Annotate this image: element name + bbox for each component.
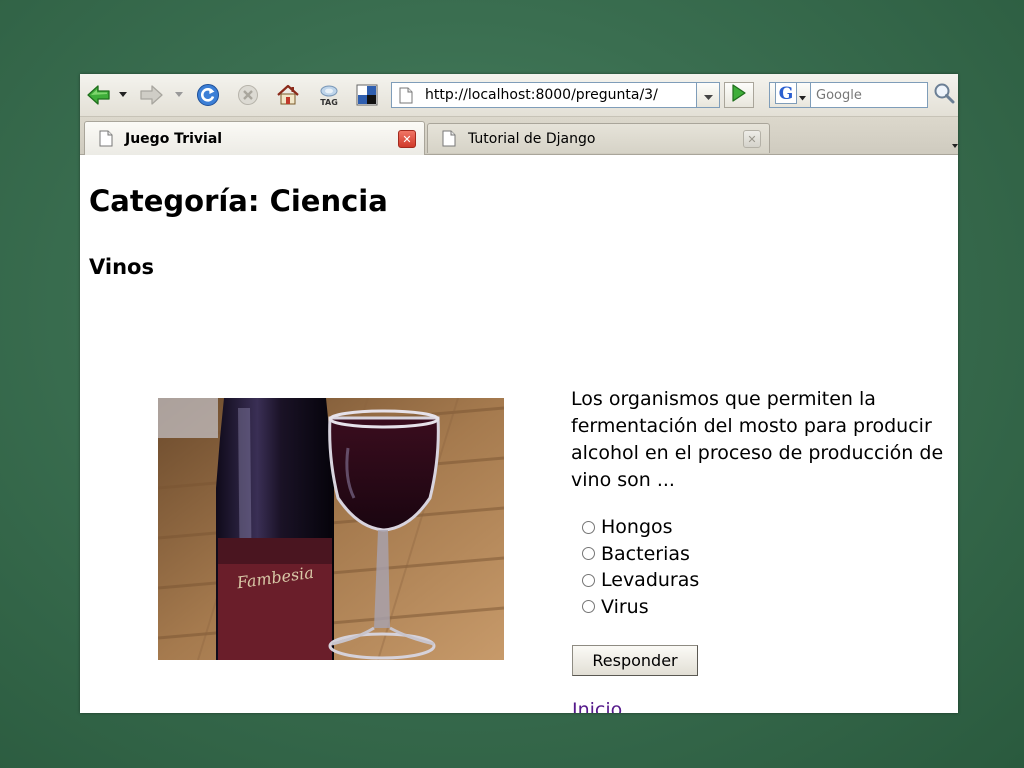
tag-icon: TAG xyxy=(317,83,341,107)
answer-options: Hongos Bacterias Levaduras Virus xyxy=(580,514,699,620)
back-arrow-icon xyxy=(87,84,111,106)
submit-answer-button[interactable]: Responder xyxy=(572,645,698,676)
tab-label: Juego Trivial xyxy=(125,131,223,147)
navigation-toolbar: TAG http://localhost:8000/pregunta/3/ G … xyxy=(80,74,958,117)
option-label: Virus xyxy=(601,595,649,618)
tab-tutorial-django[interactable]: Tutorial de Django ✕ xyxy=(427,123,770,153)
close-icon: ✕ xyxy=(747,132,757,146)
stop-icon xyxy=(237,84,259,106)
close-icon: ✕ xyxy=(402,132,412,146)
extension-button[interactable] xyxy=(354,82,380,108)
option-virus[interactable]: Virus xyxy=(580,594,699,621)
search-button[interactable] xyxy=(930,82,958,108)
page-content: Categoría: Ciencia Vinos Fambesia Los or… xyxy=(80,155,958,713)
tab-juego-trivial[interactable]: Juego Trivial ✕ xyxy=(84,121,425,155)
home-link[interactable]: Inicio xyxy=(572,699,622,713)
google-g-icon: G xyxy=(774,82,797,108)
chevron-down-icon xyxy=(703,86,713,105)
tag-label: TAG xyxy=(320,98,338,107)
back-button[interactable] xyxy=(86,82,112,108)
stop-button[interactable] xyxy=(235,82,261,108)
option-label: Hongos xyxy=(601,516,673,539)
go-play-icon xyxy=(731,84,747,106)
url-bar[interactable]: http://localhost:8000/pregunta/3/ xyxy=(391,82,697,108)
reload-button[interactable] xyxy=(195,82,221,108)
wine-photo: Fambesia xyxy=(158,398,504,660)
page-icon xyxy=(442,130,456,151)
forward-button[interactable] xyxy=(138,82,164,108)
option-radio[interactable] xyxy=(582,547,595,561)
option-radio[interactable] xyxy=(582,573,595,587)
chevron-down-icon xyxy=(798,86,806,105)
reload-icon xyxy=(196,83,220,107)
back-history-dropdown[interactable] xyxy=(116,82,130,108)
option-radio[interactable] xyxy=(582,600,595,614)
tab-label: Tutorial de Django xyxy=(468,131,596,147)
chevron-down-icon xyxy=(119,92,127,98)
search-engine-letter: G xyxy=(778,84,793,104)
magnifier-icon xyxy=(933,82,955,108)
browser-window: TAG http://localhost:8000/pregunta/3/ G … xyxy=(80,74,958,713)
tag-button[interactable]: TAG xyxy=(316,82,342,108)
option-label: Levaduras xyxy=(601,569,700,592)
search-engine-selector[interactable]: G xyxy=(769,82,811,108)
forward-arrow-icon xyxy=(139,84,163,106)
url-text[interactable]: http://localhost:8000/pregunta/3/ xyxy=(425,87,658,103)
option-levaduras[interactable]: Levaduras xyxy=(580,567,699,594)
page-title: Categoría: Ciencia xyxy=(89,184,388,218)
tab-bar: Juego Trivial ✕ Tutorial de Django ✕ xyxy=(80,117,958,155)
search-input[interactable] xyxy=(811,82,928,108)
home-icon xyxy=(276,84,300,106)
puzzle-squares-icon xyxy=(356,84,378,106)
question-text: Los organismos que permiten la fermentac… xyxy=(571,388,944,491)
url-history-dropdown[interactable] xyxy=(697,82,720,108)
go-button[interactable] xyxy=(724,82,754,108)
question-title: Vinos xyxy=(89,255,154,279)
chevron-down-icon xyxy=(175,92,183,98)
option-hongos[interactable]: Hongos xyxy=(580,514,699,541)
forward-history-dropdown[interactable] xyxy=(172,82,186,108)
page-icon xyxy=(399,87,413,108)
home-button[interactable] xyxy=(275,82,301,108)
option-radio[interactable] xyxy=(582,520,595,534)
option-bacterias[interactable]: Bacterias xyxy=(580,541,699,568)
option-label: Bacterias xyxy=(601,542,690,565)
tab-overflow-button[interactable] xyxy=(952,133,958,152)
tab-close-button[interactable]: ✕ xyxy=(743,130,761,148)
page-icon xyxy=(99,130,113,151)
tab-close-button[interactable]: ✕ xyxy=(398,130,416,148)
chevron-down-icon xyxy=(952,133,958,152)
